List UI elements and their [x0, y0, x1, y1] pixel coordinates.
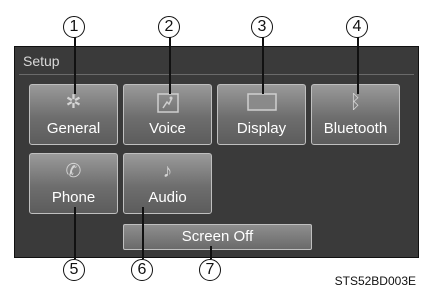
callout-leader-5	[74, 207, 76, 259]
callout-leader-1	[74, 36, 76, 94]
phone-icon: ✆	[65, 161, 82, 182]
callout-leader-7	[210, 246, 212, 259]
audio-button[interactable]: ♪ Audio	[123, 153, 212, 214]
title-divider	[19, 74, 414, 75]
callout-6: 6	[131, 259, 153, 281]
callout-leader-4	[357, 36, 359, 94]
display-label: Display	[236, 120, 287, 137]
screen-off-button[interactable]: Screen Off	[123, 224, 312, 250]
callout-7: 7	[199, 259, 221, 281]
figure-code: STS52BD003E	[334, 274, 416, 288]
callout-4: 4	[346, 16, 368, 38]
gear-icon: ✲	[65, 92, 82, 113]
voice-icon	[148, 93, 188, 117]
bluetooth-icon: ᛒ	[349, 92, 362, 113]
callout-3: 3	[251, 16, 273, 38]
phone-button[interactable]: ✆ Phone	[29, 153, 118, 214]
bluetooth-button[interactable]: ᛒ Bluetooth	[311, 84, 400, 145]
page-title: Setup	[23, 53, 60, 69]
callout-leader-6	[142, 207, 144, 259]
bluetooth-label: Bluetooth	[323, 120, 388, 137]
callout-leader-2	[169, 36, 171, 94]
audio-label: Audio	[148, 189, 187, 206]
voice-label: Voice	[149, 120, 186, 137]
voice-button[interactable]: Voice	[123, 84, 212, 145]
callout-2: 2	[158, 16, 180, 38]
music-note-icon: ♪	[162, 161, 173, 182]
callout-5: 5	[63, 259, 85, 281]
general-label: General	[46, 120, 101, 137]
phone-label: Phone	[51, 189, 96, 206]
display-icon	[242, 93, 282, 115]
callout-leader-3	[262, 36, 264, 94]
callout-1: 1	[63, 16, 85, 38]
